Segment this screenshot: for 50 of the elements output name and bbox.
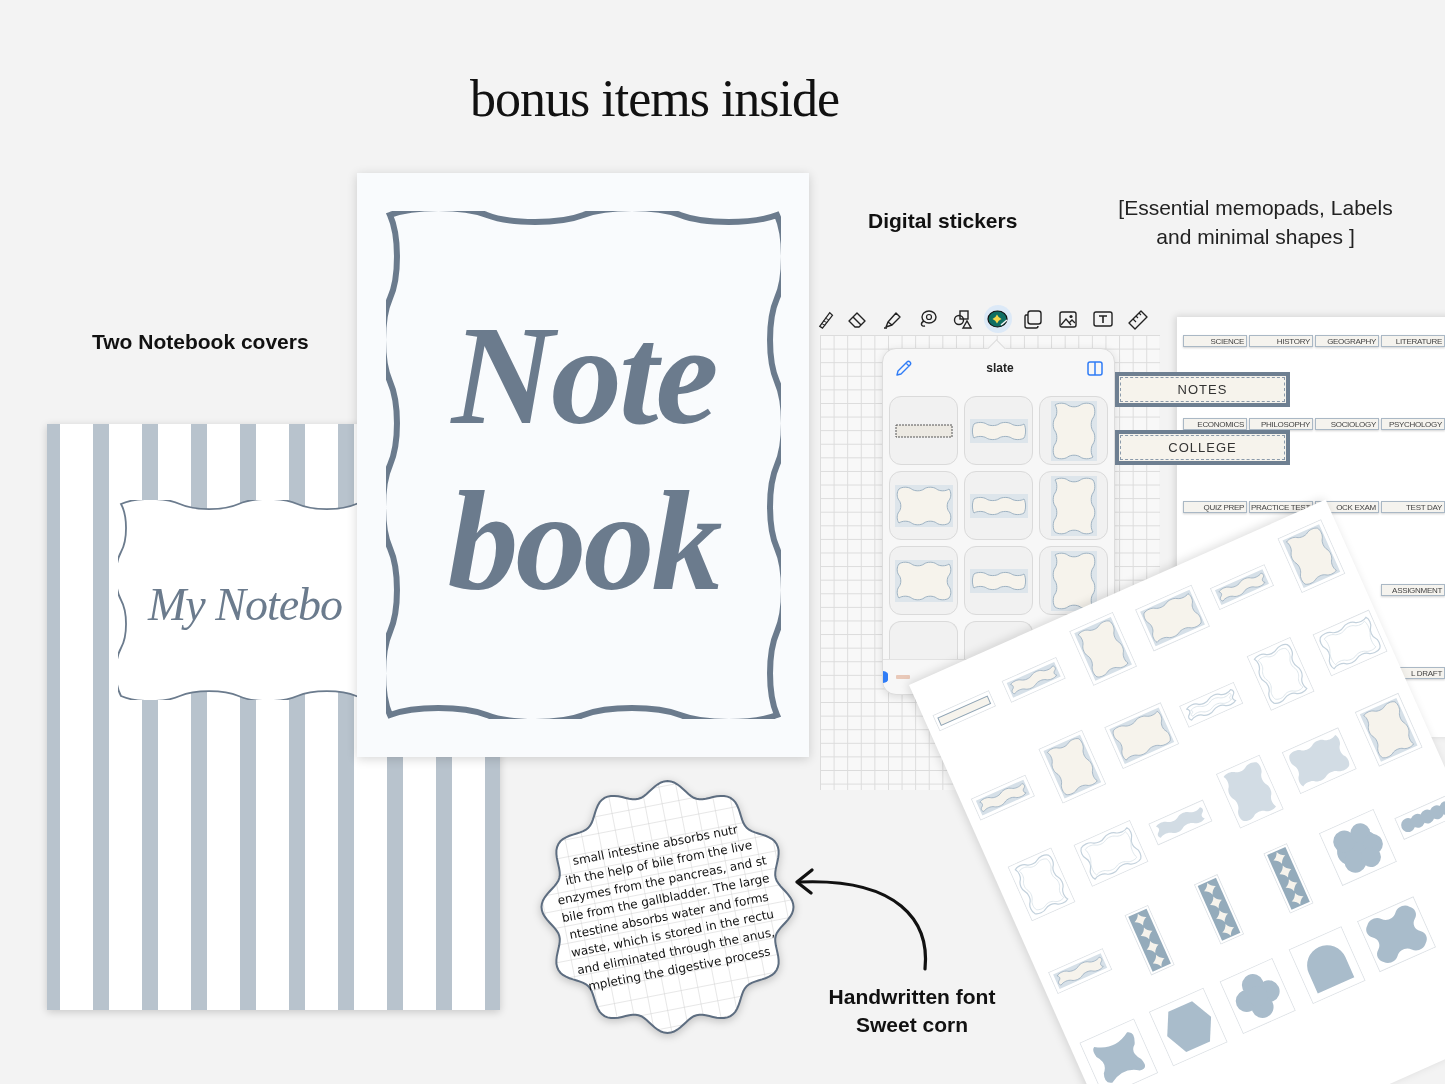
sticker-tile[interactable] xyxy=(1039,546,1108,615)
label-sticker: HISTORY xyxy=(1249,335,1313,347)
sticker-icon xyxy=(987,308,1009,330)
label-sticker: TEST DAY xyxy=(1381,501,1445,513)
tool-button[interactable] xyxy=(984,305,1012,333)
sticker-tile[interactable] xyxy=(964,546,1033,615)
ruler-icon xyxy=(1127,308,1149,330)
label-sticker: PSYCHOLOGY xyxy=(1381,418,1445,430)
label-sticker: PRACTICE TEST xyxy=(1249,501,1313,513)
image-icon xyxy=(1057,308,1079,330)
label-sticker: ASSIGNMENT xyxy=(1381,584,1445,596)
dash-icon xyxy=(896,675,910,679)
pencil-icon[interactable] xyxy=(895,359,913,377)
wavy-frame-icon xyxy=(1050,475,1097,536)
text-box-icon xyxy=(1092,308,1114,330)
wavy-frame-icon xyxy=(894,559,953,602)
section-caption: Digital stickers xyxy=(868,209,1018,233)
label-sticker: GEOGRAPHY xyxy=(1315,335,1379,347)
cover-title: My Notebo xyxy=(148,577,343,631)
label-sticker: SOCIOLOGY xyxy=(1315,418,1379,430)
label-sticker: COLLEGE xyxy=(1115,430,1290,465)
sticker-tile[interactable] xyxy=(889,471,958,540)
panel-title: slate xyxy=(986,361,1014,375)
font-caption: Handwritten font Sweet corn xyxy=(827,984,997,1038)
label-sticker: PHILOSOPHY xyxy=(1249,418,1313,430)
wavy-frame-icon xyxy=(894,484,953,527)
stickers-description: [Essential memopads, Labels and minimal shapes ] xyxy=(1117,195,1394,250)
cover-title: Note book xyxy=(447,295,720,622)
section-caption: Two Notebook covers xyxy=(92,330,309,354)
wavy-frame-icon xyxy=(1050,400,1097,461)
label-sticker: SCIENCE xyxy=(1183,335,1247,347)
sticker-tile[interactable] xyxy=(964,396,1033,465)
sticker-tile[interactable] xyxy=(889,546,958,615)
label-sticker: NOTES xyxy=(1115,372,1290,407)
label-sticker: LITERATURE xyxy=(1381,335,1445,347)
split-view-icon[interactable] xyxy=(1087,360,1103,376)
label-sticker: ECONOMICS xyxy=(1183,418,1247,430)
wavy-label-icon xyxy=(969,568,1028,593)
sticker-tile[interactable] xyxy=(889,621,958,659)
sticker-tile[interactable] xyxy=(964,471,1033,540)
label-sticker: QUIZ PREP xyxy=(1183,501,1247,513)
sticker-tile[interactable] xyxy=(1039,471,1108,540)
shapes-icon xyxy=(952,308,974,330)
label-frame-icon xyxy=(894,423,953,438)
sticker-tile[interactable] xyxy=(1039,396,1108,465)
sticker-tile[interactable] xyxy=(889,396,958,465)
pages-icon xyxy=(1022,308,1044,330)
wavy-label-icon xyxy=(969,418,1028,443)
wavy-label-icon xyxy=(969,493,1028,518)
page-title: bonus items inside xyxy=(470,70,840,128)
